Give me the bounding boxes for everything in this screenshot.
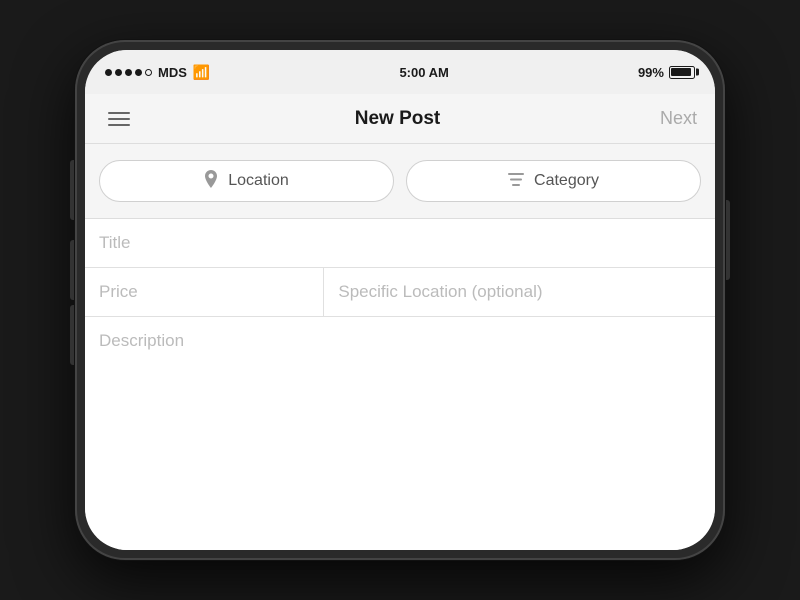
status-left: MDS 📶 (105, 64, 210, 81)
battery-percent-label: 99% (638, 65, 664, 80)
signal-dot-3 (125, 69, 132, 76)
menu-line-3 (108, 124, 130, 126)
description-placeholder: Description (99, 331, 184, 351)
content-area: Location Category Title (85, 144, 715, 550)
signal-dot-5 (145, 69, 152, 76)
battery-body (669, 66, 695, 79)
specific-location-field[interactable]: Specific Location (optional) (324, 268, 715, 316)
price-location-row: Price Specific Location (optional) (85, 268, 715, 317)
signal-dots (105, 69, 152, 76)
menu-line-2 (108, 118, 130, 120)
specific-location-placeholder: Specific Location (optional) (338, 282, 542, 302)
price-placeholder: Price (99, 282, 138, 302)
title-placeholder: Title (99, 233, 131, 253)
phone-frame: MDS 📶 5:00 AM 99% (75, 40, 725, 560)
screen: MDS 📶 5:00 AM 99% (85, 50, 715, 550)
carrier-label: MDS (158, 65, 187, 80)
menu-line-1 (108, 112, 130, 114)
filter-list-icon (508, 173, 524, 190)
wifi-icon: 📶 (193, 64, 210, 81)
category-filter-label: Category (534, 172, 599, 190)
pin-icon (204, 170, 218, 192)
page-title: New Post (355, 108, 441, 130)
filter-row: Location Category (85, 144, 715, 219)
signal-dot-4 (135, 69, 142, 76)
next-button[interactable]: Next (660, 108, 697, 129)
signal-dot-1 (105, 69, 112, 76)
location-filter-label: Location (228, 172, 289, 190)
battery-fill (671, 68, 690, 76)
battery-icon (669, 66, 695, 79)
description-field[interactable]: Description (85, 317, 715, 417)
category-filter-button[interactable]: Category (406, 160, 701, 202)
price-field[interactable]: Price (85, 268, 324, 316)
signal-dot-2 (115, 69, 122, 76)
nav-bar: New Post Next (85, 94, 715, 144)
location-filter-button[interactable]: Location (99, 160, 394, 202)
hamburger-menu-button[interactable] (103, 107, 135, 131)
title-field[interactable]: Title (85, 219, 715, 268)
status-bar: MDS 📶 5:00 AM 99% (85, 50, 715, 94)
time-display: 5:00 AM (399, 65, 448, 80)
status-right: 99% (638, 65, 695, 80)
